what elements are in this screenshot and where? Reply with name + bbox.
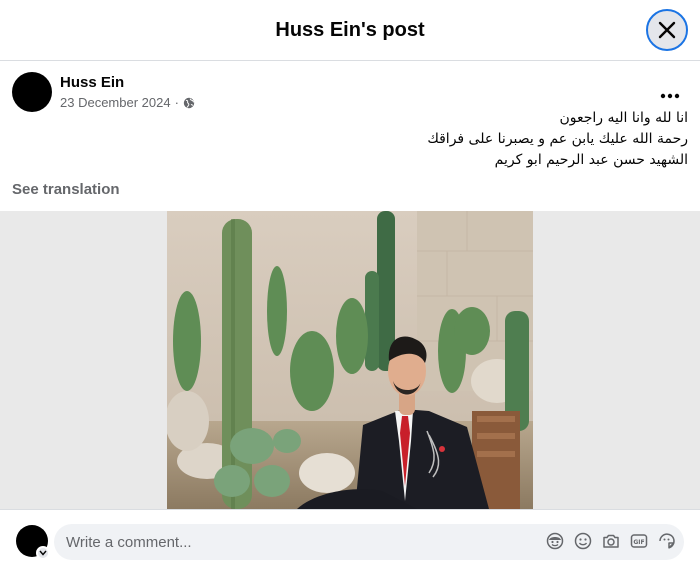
author-avatar[interactable] [12, 72, 52, 112]
gif-icon[interactable]: GIF [630, 530, 648, 552]
see-translation-link[interactable]: See translation [12, 181, 120, 198]
avatar-dropdown-badge[interactable] [36, 546, 50, 560]
dialog-header: Huss Ein's post [0, 0, 700, 61]
avatar-sticker-icon[interactable] [546, 530, 564, 552]
composer-icons: GIF [546, 530, 676, 552]
dialog-title: Huss Ein's post [275, 18, 425, 41]
post-photo[interactable] [167, 211, 533, 509]
post-text-line: الشهيد حسن عبد الرحيم ابو كريم [494, 152, 688, 168]
comment-box[interactable]: GIF [54, 524, 684, 560]
author-name[interactable]: Huss Ein [60, 74, 124, 91]
svg-text:GIF: GIF [633, 539, 644, 546]
chevron-down-icon [39, 550, 47, 556]
camera-icon[interactable] [602, 530, 620, 552]
more-horizontal-icon [660, 93, 680, 99]
post-body: انا لله وانا اليه راجعون رحمة الله عليك … [28, 108, 688, 171]
close-icon [658, 21, 676, 39]
comment-input[interactable] [54, 533, 524, 551]
sticker-icon[interactable] [658, 530, 676, 552]
emoji-icon[interactable] [574, 530, 592, 552]
close-button[interactable] [646, 9, 688, 51]
post-text-line: انا لله وانا اليه راجعون [559, 110, 688, 126]
globe-icon[interactable] [183, 97, 195, 109]
comment-composer: GIF [0, 509, 700, 577]
photo-illustration [167, 211, 533, 509]
post-text-line: رحمة الله عليك يابن عم و يصبرنا على فراق… [427, 131, 688, 147]
post-media[interactable] [0, 211, 700, 509]
